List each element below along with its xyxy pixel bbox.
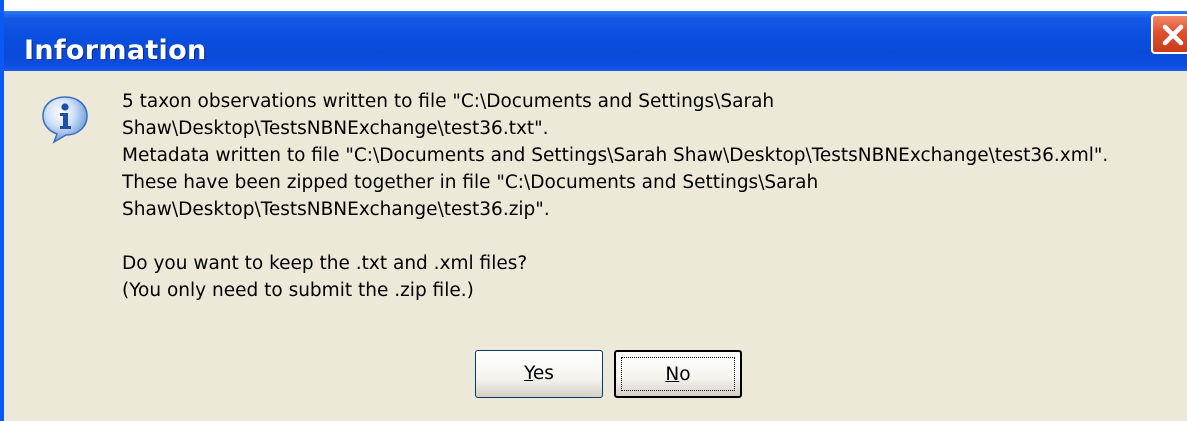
- question-line: (You only need to submit the .zip file.): [122, 280, 474, 301]
- close-icon: [1162, 24, 1184, 46]
- message-line: Shaw\Desktop\TestsNBNExchange\test36.txt…: [122, 118, 549, 139]
- info-icon: [42, 96, 88, 144]
- question-line: Do you want to keep the .txt and .xml fi…: [122, 253, 528, 274]
- yes-button-accelerator: Y: [524, 363, 533, 384]
- no-button-accelerator: N: [665, 364, 680, 385]
- no-button[interactable]: No: [614, 350, 742, 398]
- title-bar-top-edge: [4, 0, 1187, 11]
- message-line: Metadata written to file "C:\Documents a…: [122, 145, 1109, 166]
- no-button-label: o: [679, 364, 691, 385]
- window-title: Information: [24, 35, 207, 66]
- title-bar[interactable]: Information: [4, 11, 1187, 71]
- close-button[interactable]: [1151, 14, 1187, 54]
- yes-button[interactable]: Yes: [475, 350, 603, 398]
- message-line: Shaw\Desktop\TestsNBNExchange\test36.zip…: [122, 199, 550, 220]
- message-text: 5 taxon observations written to file "C:…: [122, 88, 1182, 304]
- yes-button-label: es: [532, 363, 554, 384]
- message-line: 5 taxon observations written to file "C:…: [122, 91, 775, 112]
- focus-rectangle: No: [621, 357, 735, 391]
- message-line: These have been zipped together in file …: [122, 172, 819, 193]
- dialog-window: Information 5 taxon observations written…: [0, 0, 1187, 421]
